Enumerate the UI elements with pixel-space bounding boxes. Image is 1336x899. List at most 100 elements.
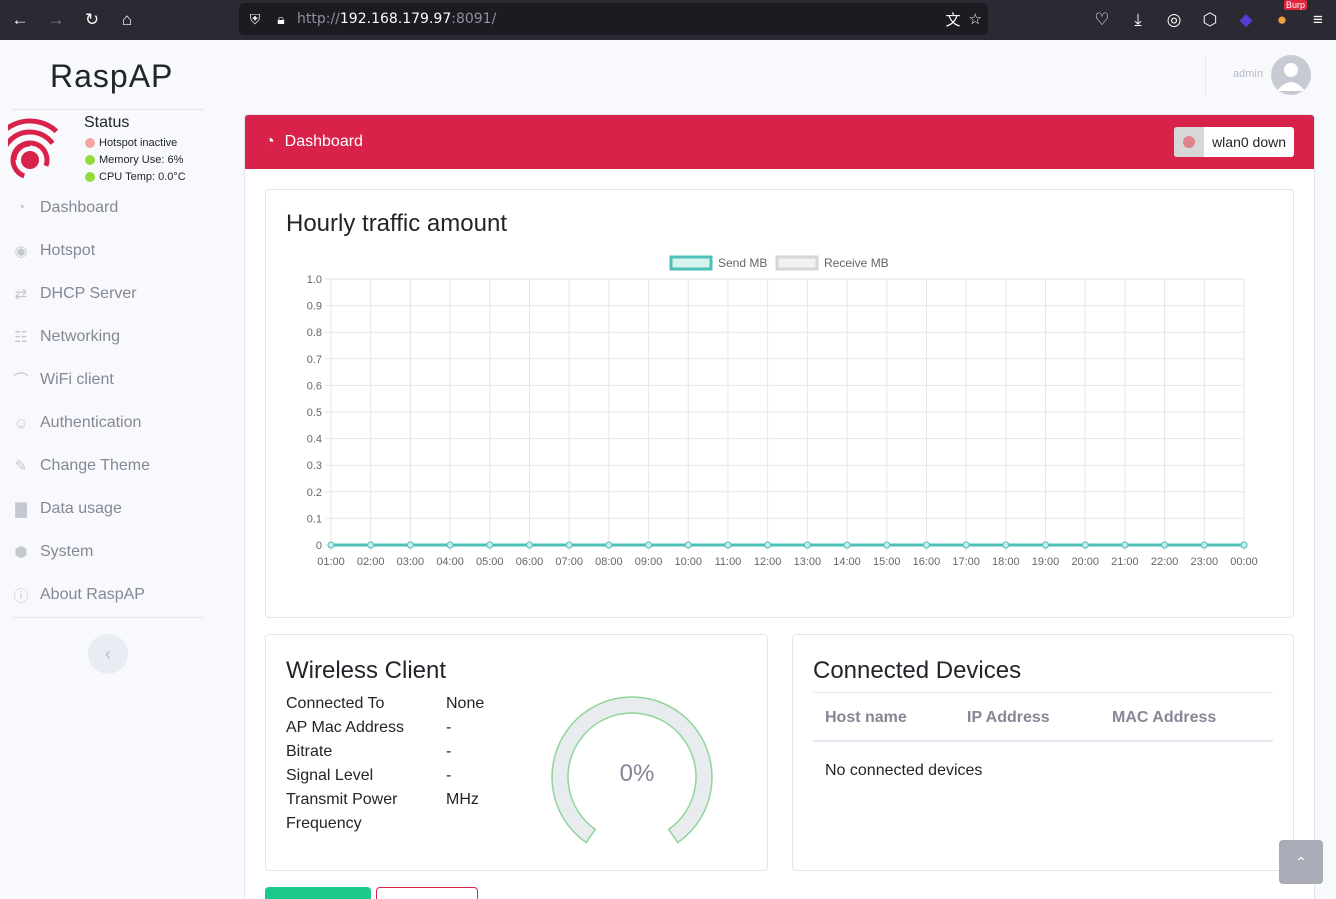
reload-icon[interactable]: ↻ xyxy=(74,2,110,38)
sidebar-item-label: WiFi client xyxy=(40,370,114,388)
status-dot-icon xyxy=(85,172,95,182)
wc-label-frequency: Frequency xyxy=(286,815,362,832)
user-name[interactable]: admin xyxy=(1233,68,1263,80)
sidebar-item-dashboard[interactable]: ◔ Dashboard xyxy=(12,186,212,229)
user-avatar[interactable] xyxy=(1271,55,1311,95)
sidebar-item-dhcp-server[interactable]: ⇄ DHCP Server xyxy=(12,272,212,315)
sidebar-item-authentication[interactable]: ☺ Authentication xyxy=(12,401,212,444)
x-tick-label: 03:00 xyxy=(397,556,425,568)
y-tick-label: 0.1 xyxy=(307,513,322,525)
table-header: Host name IP Address MAC Address xyxy=(813,692,1273,742)
paint-brush-icon: ✎ xyxy=(14,458,28,476)
extension-purple-icon[interactable]: ◆ xyxy=(1228,2,1264,38)
data-point xyxy=(327,541,335,549)
wc-label-signal-level: Signal Level xyxy=(286,767,374,784)
status-dot-icon xyxy=(85,155,95,165)
data-point xyxy=(1200,541,1208,549)
wc-value-bitrate: - xyxy=(446,743,452,760)
dashboard-card-header: ◔ Dashboard wlan0 down xyxy=(245,115,1314,169)
brand-title[interactable]: RaspAP xyxy=(50,58,173,95)
x-tick-label: 21:00 xyxy=(1111,556,1139,568)
x-tick-label: 14:00 xyxy=(833,556,861,568)
sidebar-item-wifi-client[interactable]: ⌒ WiFi client xyxy=(12,358,212,401)
data-point xyxy=(565,541,573,549)
x-tick-label: 09:00 xyxy=(635,556,663,568)
data-point xyxy=(1002,541,1010,549)
start-hotspot-button[interactable] xyxy=(265,887,371,899)
data-point xyxy=(367,541,375,549)
scroll-to-top-button[interactable]: ⌃ xyxy=(1279,840,1323,884)
stop-hotspot-button[interactable] xyxy=(376,887,478,899)
sidebar-item-label: Data usage xyxy=(40,500,122,518)
traffic-line-chart[interactable]: 0 0.1 0.2 0.3 0.4 0.5 0.6 0.7 0.8 0.9 1.0 01:00 02:0… xyxy=(266,190,1295,619)
back-icon[interactable]: ← xyxy=(2,2,38,38)
sidebar-item-label: Authentication xyxy=(40,414,142,432)
sidebar-item-hotspot[interactable]: ◉ Hotspot xyxy=(12,229,212,272)
extensions-icon[interactable]: ⬡ xyxy=(1192,2,1228,38)
sidebar-item-networking[interactable]: ☷ Networking xyxy=(12,315,212,358)
x-tick-label: 05:00 xyxy=(476,556,504,568)
translate-icon[interactable]: 文 xyxy=(946,9,961,30)
user-lock-icon: ☺ xyxy=(13,414,29,432)
home-icon[interactable]: ⌂ xyxy=(109,2,145,38)
raspap-signal-logo-icon xyxy=(8,118,72,182)
status-title: Status xyxy=(84,114,130,131)
signal-percent-label: 0% xyxy=(620,760,655,787)
x-tick-label: 22:00 xyxy=(1151,556,1179,568)
no-devices-message: No connected devices xyxy=(825,762,983,779)
data-point xyxy=(764,541,772,549)
user-avatar-icon xyxy=(1277,63,1305,91)
y-tick-label: 1.0 xyxy=(307,274,322,286)
sidebar-divider xyxy=(12,109,204,110)
bookmark-star-icon[interactable]: ☆ xyxy=(969,10,982,28)
sidebar-item-about-raspap[interactable]: ⓘ About RaspAP xyxy=(12,574,212,617)
x-tick-label: 08:00 xyxy=(595,556,623,568)
y-tick-label: 0.2 xyxy=(307,487,322,499)
bar-chart-icon: ▇ xyxy=(15,501,27,519)
url-text[interactable]: http://192.168.179.97:8091/ xyxy=(297,11,496,27)
status-dot-icon xyxy=(85,138,95,148)
lock-icon[interactable]: 🔒︎ xyxy=(271,11,291,28)
x-tick-label: 19:00 xyxy=(1032,556,1060,568)
data-point xyxy=(883,541,891,549)
sidebar-toggle-button[interactable]: ‹ xyxy=(88,634,128,674)
sidebar-item-system[interactable]: ⬢ System xyxy=(12,531,212,574)
y-tick-label: 0 xyxy=(316,540,322,552)
wifi-icon: ⌒ xyxy=(13,372,29,390)
account-icon[interactable]: ◎ xyxy=(1156,2,1192,38)
connected-devices-card: Connected Devices Host name IP Address M… xyxy=(792,634,1294,871)
status-memory: Memory Use: 6% xyxy=(85,154,183,166)
pocket-icon[interactable]: ♡ xyxy=(1084,2,1120,38)
column-host-name: Host name xyxy=(825,709,907,726)
data-point xyxy=(1081,541,1089,549)
address-bar[interactable]: ⛨ 🔒︎ http://192.168.179.97:8091/ 文 ☆ xyxy=(239,3,988,35)
legend-swatch xyxy=(775,255,819,271)
interface-status-dot-icon xyxy=(1174,127,1205,157)
wc-label-ap-mac: AP Mac Address xyxy=(286,719,404,736)
interface-status-button[interactable]: wlan0 down xyxy=(1174,127,1294,157)
data-point xyxy=(922,541,930,549)
sidebar-item-change-theme[interactable]: ✎ Change Theme xyxy=(12,445,212,488)
sidebar-item-data-usage[interactable]: ▇ Data usage xyxy=(12,488,212,531)
wireless-client-title: Wireless Client xyxy=(286,657,447,684)
forward-icon[interactable]: → xyxy=(38,2,74,38)
x-tick-label: 17:00 xyxy=(952,556,980,568)
y-tick-label: 0.4 xyxy=(307,434,322,446)
status-cpu: CPU Temp: 0.0°C xyxy=(85,171,186,183)
wc-label-bitrate: Bitrate xyxy=(286,743,333,760)
legend-label: Receive MB xyxy=(824,256,889,270)
network-icon: ☷ xyxy=(14,328,28,346)
burp-extension-icon[interactable]: ● Burp xyxy=(1264,0,1308,38)
x-tick-label: 02:00 xyxy=(357,556,385,568)
wc-label-connected-to: Connected To xyxy=(286,695,385,712)
status-label: Hotspot inactive xyxy=(99,137,178,149)
x-tick-label: 20:00 xyxy=(1071,556,1099,568)
legend-swatch xyxy=(669,255,713,271)
data-point xyxy=(525,541,533,549)
sidebar-item-label: Hotspot xyxy=(40,241,96,259)
shield-icon[interactable]: ⛨ xyxy=(245,11,265,28)
x-tick-label: 13:00 xyxy=(794,556,822,568)
y-tick-label: 0.6 xyxy=(307,380,322,392)
x-tick-label: 12:00 xyxy=(754,556,782,568)
download-icon[interactable]: ⤓ xyxy=(1120,2,1156,38)
